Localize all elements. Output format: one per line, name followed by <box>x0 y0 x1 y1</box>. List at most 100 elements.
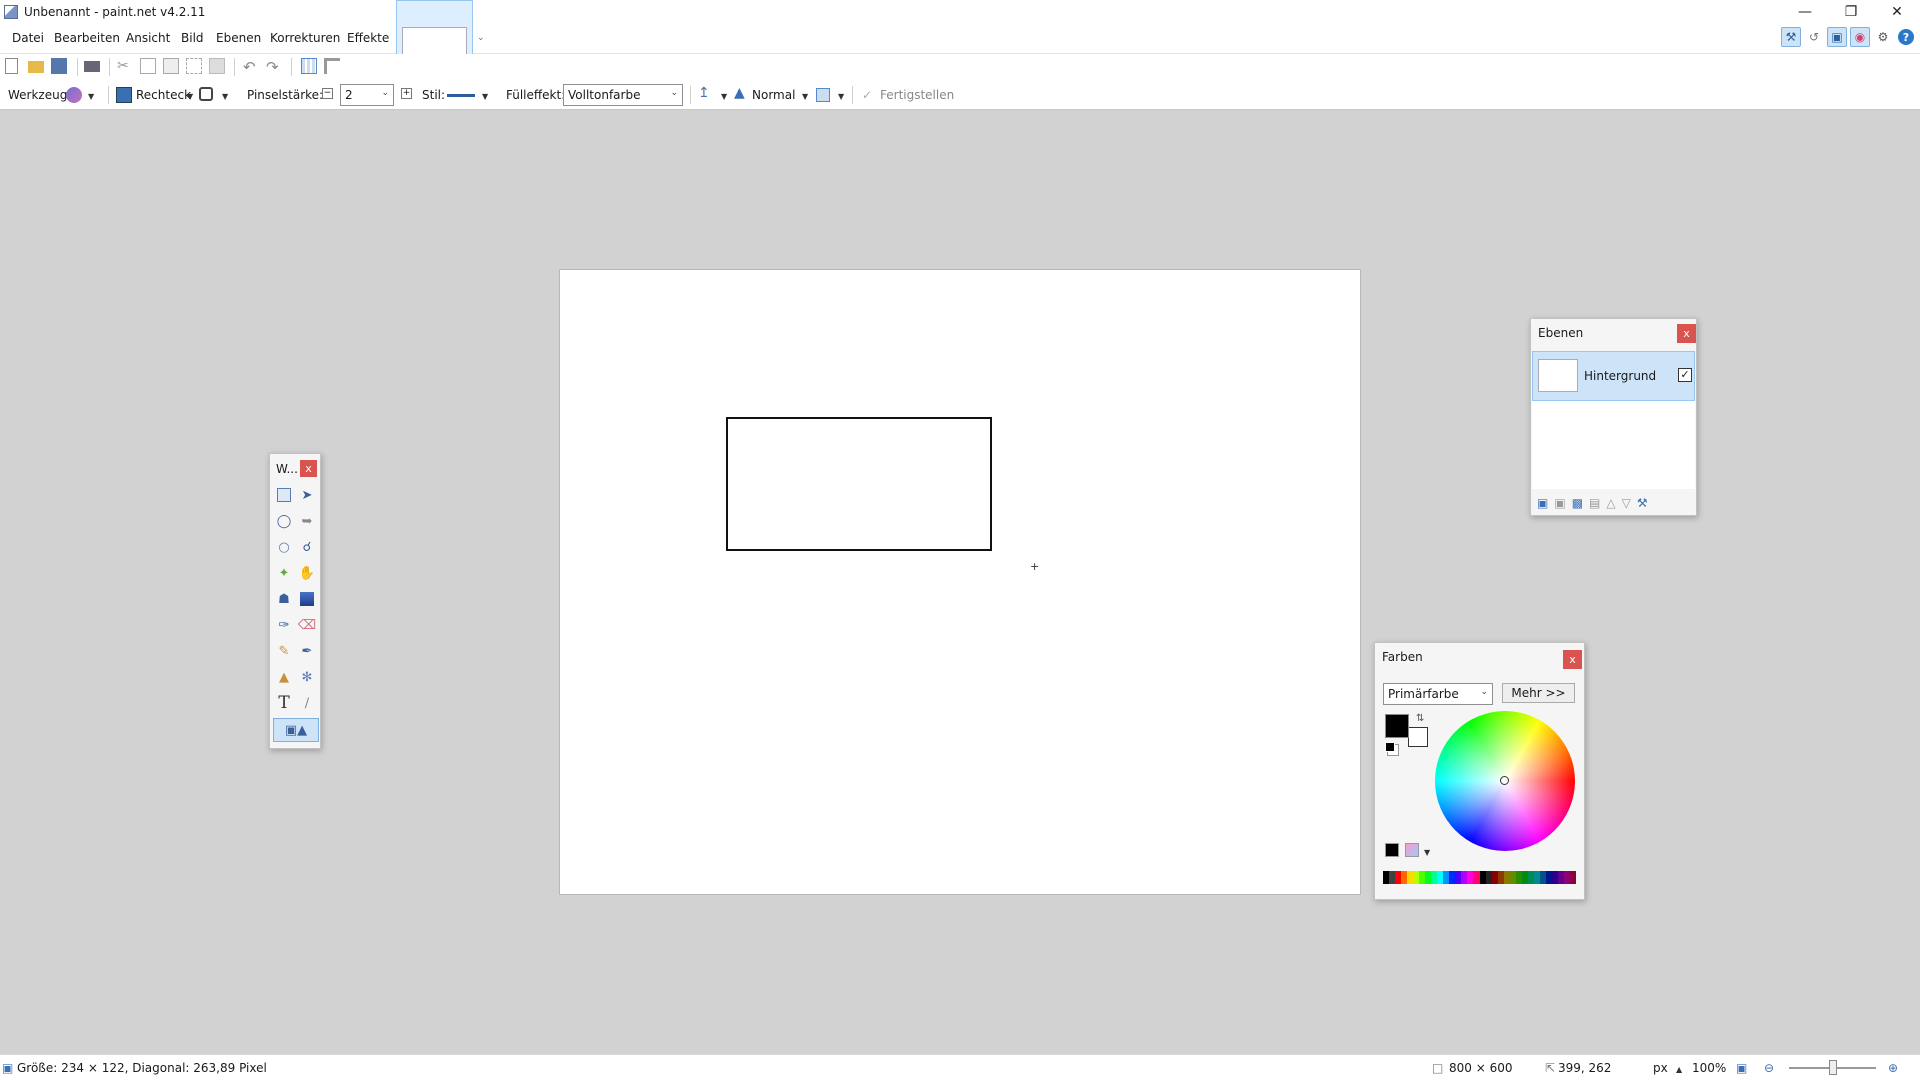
tabs-dropdown-icon[interactable]: ⌄ <box>477 33 485 43</box>
blend-mode-label[interactable]: Normal <box>752 88 795 102</box>
blend-mode-icon[interactable]: ▲ <box>734 85 745 101</box>
zoom-out-icon[interactable]: ⊖ <box>1764 1061 1774 1075</box>
zoom-in-icon[interactable]: ⊕ <box>1888 1061 1898 1075</box>
palette-menu-caret[interactable]: ▼ <box>1424 848 1430 857</box>
brush-increase-icon[interactable]: + <box>401 88 412 99</box>
text-tool-icon[interactable]: T <box>273 692 295 714</box>
brush-decrease-icon[interactable]: − <box>322 88 333 99</box>
pan-hand-icon[interactable]: ✋ <box>296 562 318 584</box>
color-wheel[interactable] <box>1435 711 1575 851</box>
palette-swatch-dark[interactable] <box>1569 871 1576 884</box>
zoom-level[interactable]: 100% <box>1692 1061 1726 1075</box>
layer-properties-icon[interactable]: ⚒ <box>1637 496 1648 510</box>
menu-bild[interactable]: Bild <box>181 31 204 45</box>
menu-datei[interactable]: Datei <box>12 31 44 45</box>
style-dropdown-caret[interactable]: ▼ <box>482 92 488 101</box>
grid-icon[interactable] <box>301 58 317 74</box>
unit-selector[interactable]: px <box>1653 1061 1668 1075</box>
layers-panel-close-button[interactable]: x <box>1677 324 1696 343</box>
colors-panel-close-button[interactable]: x <box>1563 650 1582 669</box>
crop-icon[interactable] <box>186 58 202 74</box>
brush-width-input[interactable]: 2 ⌄ <box>340 84 394 106</box>
primary-color-swatch[interactable] <box>1385 714 1409 738</box>
secondary-color-swatch[interactable] <box>1408 727 1428 747</box>
menu-effekte[interactable]: Effekte <box>347 31 389 45</box>
magic-wand-icon[interactable]: ✦ <box>273 562 295 584</box>
cut-icon[interactable]: ✂ <box>117 58 133 74</box>
menu-korrekturen[interactable]: Korrekturen <box>270 31 340 45</box>
shape-dropdown-caret[interactable]: ▼ <box>187 92 193 101</box>
duplicate-layer-icon[interactable]: ▩ <box>1572 496 1583 510</box>
line-curve-icon[interactable]: ∕ <box>296 692 318 714</box>
shape-rectangle-icon[interactable] <box>116 87 132 103</box>
color-wheel-picker[interactable] <box>1500 776 1509 785</box>
color-mode-select[interactable]: Primärfarbe ⌄ <box>1383 683 1493 705</box>
fill-select[interactable]: Volltonfarbe ⌄ <box>563 84 683 106</box>
tool-dropdown-caret[interactable]: ▼ <box>88 92 94 101</box>
eraser-icon[interactable]: ⌫ <box>296 614 318 636</box>
layers-toggle-icon[interactable]: ▣ <box>1827 27 1847 47</box>
rectangle-select-icon[interactable] <box>277 488 291 502</box>
zoom-slider-thumb[interactable] <box>1829 1060 1837 1075</box>
open-folder-icon[interactable] <box>28 61 44 73</box>
add-layer-icon[interactable]: ▣ <box>1537 496 1548 510</box>
draw-mode-icon[interactable] <box>199 87 213 101</box>
menu-bearbeiten[interactable]: Bearbeiten <box>54 31 120 45</box>
move-selected-icon[interactable]: ➤ <box>296 484 318 506</box>
merge-layer-icon[interactable]: ▤ <box>1589 496 1600 510</box>
selection-clip-icon[interactable] <box>816 88 830 102</box>
move-layer-down-icon[interactable]: ▽ <box>1622 496 1631 510</box>
restore-button[interactable]: ❐ <box>1828 0 1874 24</box>
draw-mode-caret[interactable]: ▼ <box>222 92 228 101</box>
move-layer-up-icon[interactable]: △ <box>1606 496 1615 510</box>
layer-row[interactable]: Hintergrund ✓ <box>1532 351 1695 401</box>
move-selection-icon[interactable]: ➥ <box>296 510 318 532</box>
drawn-rectangle[interactable] <box>726 417 992 551</box>
tools-panel-close-button[interactable]: x <box>300 460 317 477</box>
reset-colors-icon[interactable] <box>1385 742 1395 752</box>
copy-icon[interactable] <box>140 58 156 74</box>
print-icon[interactable] <box>84 61 100 72</box>
pencil-icon[interactable]: ✎ <box>273 640 295 662</box>
minimize-button[interactable]: — <box>1782 0 1828 24</box>
add-to-palette-icon[interactable] <box>1385 843 1399 857</box>
settings-gear-icon[interactable]: ⚙ <box>1873 27 1893 47</box>
new-file-icon[interactable] <box>5 58 18 74</box>
deselect-icon[interactable] <box>209 58 225 74</box>
paste-icon[interactable] <box>163 58 179 74</box>
menu-ansicht[interactable]: Ansicht <box>126 31 170 45</box>
history-toggle-icon[interactable]: ↺ <box>1804 27 1824 47</box>
help-icon[interactable]: ? <box>1898 29 1914 45</box>
zoom-to-window-icon[interactable]: ▣ <box>1736 1061 1747 1075</box>
line-style-icon[interactable] <box>447 94 475 97</box>
close-window-button[interactable]: ✕ <box>1874 0 1920 24</box>
gradient-icon[interactable] <box>300 592 314 606</box>
swap-colors-icon[interactable]: ⇅ <box>1416 713 1424 724</box>
ellipse-select-icon[interactable]: ○ <box>273 536 295 558</box>
tools-toggle-icon[interactable]: ⚒ <box>1781 27 1801 47</box>
ruler-icon[interactable] <box>324 58 340 74</box>
blend-mode-caret[interactable]: ▼ <box>802 92 808 101</box>
zoom-icon[interactable]: ☌ <box>296 536 318 558</box>
palette-menu-icon[interactable] <box>1405 843 1419 857</box>
unit-caret[interactable]: ▲ <box>1676 1065 1682 1074</box>
image-canvas[interactable] <box>560 270 1360 894</box>
layer-visibility-checkbox[interactable]: ✓ <box>1678 368 1692 382</box>
current-tool-icon[interactable] <box>66 87 82 103</box>
lasso-select-icon[interactable]: ◯ <box>273 510 295 532</box>
redo-icon[interactable]: ↷ <box>266 58 282 76</box>
undo-icon[interactable]: ↶ <box>243 58 259 76</box>
more-colors-button[interactable]: Mehr >> <box>1502 683 1575 703</box>
paintbrush-icon[interactable]: ✑ <box>273 614 295 636</box>
menu-ebenen[interactable]: Ebenen <box>216 31 261 45</box>
paint-bucket-icon[interactable]: ☗ <box>273 588 295 610</box>
shapes-tool-icon[interactable]: ▣▲ <box>273 718 319 742</box>
save-icon[interactable] <box>51 58 67 74</box>
colors-toggle-icon[interactable]: ◉ <box>1850 27 1870 47</box>
recolor-icon[interactable]: ✻ <box>296 666 318 688</box>
shape-type-label[interactable]: Rechteck <box>136 88 191 102</box>
delete-layer-icon[interactable]: ▣ <box>1554 496 1565 510</box>
antialiasing-caret[interactable]: ▼ <box>721 92 727 101</box>
clone-stamp-icon[interactable]: ▲ <box>273 666 295 688</box>
antialiasing-icon[interactable]: ↥ <box>698 85 710 101</box>
